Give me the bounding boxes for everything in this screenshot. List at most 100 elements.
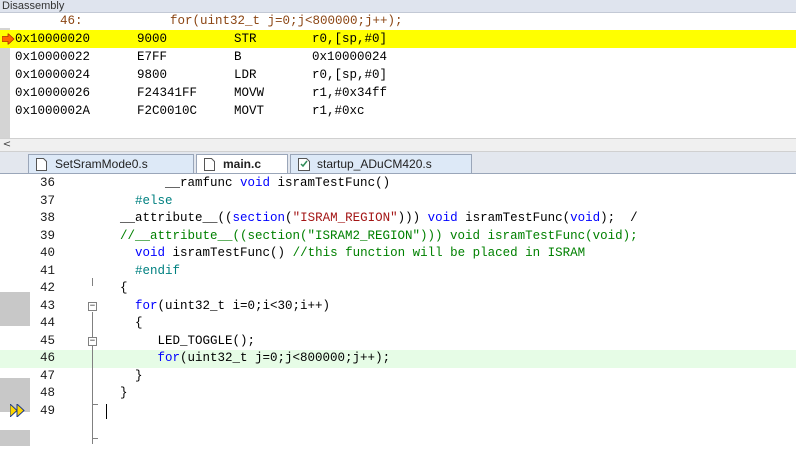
fold-toggle-icon[interactable]: − [88, 337, 97, 346]
instruction-operands: 0x10000024 [312, 50, 388, 64]
disassembly-row-current[interactable]: 0x10000020 9000 STR r0,[sp,#0] [0, 30, 796, 48]
line-number: 44 [40, 316, 56, 330]
line-number: 40 [40, 246, 56, 260]
code-line[interactable]: 37 #else [0, 193, 796, 211]
execution-pointer-icon [10, 404, 25, 417]
code-token: #endif [120, 263, 181, 278]
line-code: } [120, 368, 143, 385]
source-line-number: 46: [60, 14, 83, 28]
disassembly-row[interactable]: 0x10000024 9800 LDR r0,[sp,#0] [0, 66, 796, 84]
code-line[interactable]: 42 { [0, 280, 796, 298]
code-line[interactable]: 41 #endif [0, 263, 796, 281]
code-token: (uint32_t i=0;i<30;i++) [157, 298, 331, 313]
code-token: isramTestFunc() [270, 176, 391, 190]
code-line-current[interactable]: 46 for(uint32_t j=0;j<800000;j++); [0, 350, 796, 368]
line-code: void isramTestFunc() //this function wil… [120, 245, 585, 262]
code-line[interactable]: 48} [0, 385, 796, 403]
code-token: isramTestFunc( [457, 211, 571, 225]
code-token: LED_TOGGLE(); [120, 333, 256, 348]
instruction-mnemonic: STR [234, 32, 257, 46]
disassembly-pane[interactable]: 46: for(uint32_t j=0;j<800000;j++); 0x10… [0, 13, 796, 138]
code-line[interactable]: 49 [0, 403, 796, 421]
code-line[interactable]: 40 void isramTestFunc() //this function … [0, 245, 796, 263]
instruction-operands: r1,#0x34ff [312, 86, 388, 100]
code-token: for [157, 351, 181, 365]
code-line[interactable]: 47 } [0, 368, 796, 386]
fold-toggle-icon[interactable]: − [88, 302, 97, 311]
code-token: for [135, 298, 158, 313]
fold-line [92, 278, 93, 286]
code-token: __attribute__(( [120, 211, 233, 225]
instruction-opcode: F24341FF [137, 86, 198, 100]
disassembly-row[interactable]: 0x10000022 E7FF B 0x10000024 [0, 48, 796, 66]
line-code: #endif [120, 263, 180, 280]
instruction-opcode: E7FF [137, 50, 168, 64]
line-code: __attribute__((section("ISRAM_REGION")))… [120, 210, 638, 227]
code-line[interactable]: 38 __attribute__((section("ISRAM_REGION")… [0, 210, 796, 228]
coverage-mark [0, 430, 30, 446]
instruction-opcode: 9800 [137, 68, 168, 82]
instruction-mnemonic: B [234, 50, 242, 64]
line-code: } [120, 385, 128, 402]
code-line[interactable]: 45 LED_TOGGLE(); [0, 333, 796, 351]
code-token: isramTestFunc() [165, 246, 293, 260]
line-number: 37 [40, 193, 56, 208]
tab-startup-aducm420[interactable]: startup_ADuCM420.s [290, 154, 472, 173]
instruction-mnemonic: MOVW [234, 86, 265, 100]
disassembly-row[interactable]: 0x1000002A F2C0010C MOVT r1,#0xc [0, 102, 796, 120]
line-number: 41 [40, 263, 56, 278]
line-number: 42 [40, 281, 56, 295]
scroll-left-arrow-icon[interactable]: < [1, 139, 13, 151]
code-token: ); / [600, 211, 638, 225]
code-token: } [120, 368, 143, 383]
editor-tabs: SetSramMode0.s main.c startup_ADuCM420.s [0, 152, 796, 174]
tab-label: startup_ADuCM420.s [317, 157, 432, 171]
instruction-operands: r1,#0xc [312, 104, 365, 118]
code-token: ))) [397, 211, 428, 225]
line-code: for(uint32_t i=0;i<30;i++) [120, 298, 330, 315]
tab-label: SetSramMode0.s [55, 157, 148, 171]
code-line[interactable]: 43 for(uint32_t i=0;i<30;i++) [0, 298, 796, 316]
line-number: 45 [40, 333, 56, 348]
source-editor[interactable]: 36 __ramfunc void isramTestFunc() 37 #els… [0, 174, 796, 464]
disassembly-horizontal-scrollbar[interactable]: < [0, 138, 796, 152]
file-icon [204, 158, 215, 171]
code-token: { [120, 281, 128, 295]
disassembly-title-bar: Disassembly [0, 0, 796, 13]
tab-label: main.c [223, 157, 262, 171]
line-number: 49 [40, 403, 56, 418]
line-number: 47 [40, 368, 56, 383]
code-token: void [570, 211, 601, 225]
line-code: for(uint32_t j=0;j<800000;j++); [120, 350, 391, 367]
code-token: //this function will be placed in ISRAM [292, 246, 586, 260]
text-caret [106, 404, 107, 419]
instruction-opcode: F2C0010C [137, 104, 198, 118]
line-number: 38 [40, 211, 56, 225]
code-token: #else [120, 193, 173, 208]
line-number: 46 [40, 351, 56, 365]
file-icon [36, 158, 47, 171]
tab-setsrammode0[interactable]: SetSramMode0.s [28, 154, 194, 173]
code-line[interactable]: 44 { [0, 315, 796, 333]
line-number: 48 [40, 386, 56, 400]
code-token: void [135, 246, 166, 260]
instruction-address: 0x10000020 [15, 32, 91, 46]
line-code: //__attribute__((section("ISRAM2_REGION"… [120, 228, 638, 245]
instruction-address: 0x10000026 [15, 86, 91, 100]
code-line[interactable]: 39 //__attribute__((section("ISRAM2_REGIO… [0, 228, 796, 246]
line-code: __ramfunc void isramTestFunc() [120, 175, 390, 192]
disassembly-row[interactable]: 0x10000026 F24341FF MOVW r1,#0x34ff [0, 84, 796, 102]
fold-end [92, 438, 98, 439]
line-number: 36 [40, 176, 56, 190]
tab-main-c[interactable]: main.c [196, 154, 288, 173]
code-token: __ramfunc [120, 176, 241, 190]
code-token: ( [285, 211, 293, 225]
line-code: LED_TOGGLE(); [120, 333, 256, 350]
disassembly-source-line[interactable]: 46: for(uint32_t j=0;j<800000;j++); [0, 13, 796, 30]
line-code: { [120, 280, 128, 297]
instruction-address: 0x1000002A [15, 104, 91, 118]
current-instruction-arrow-icon [2, 33, 15, 45]
code-line[interactable]: 36 __ramfunc void isramTestFunc() [0, 175, 796, 193]
